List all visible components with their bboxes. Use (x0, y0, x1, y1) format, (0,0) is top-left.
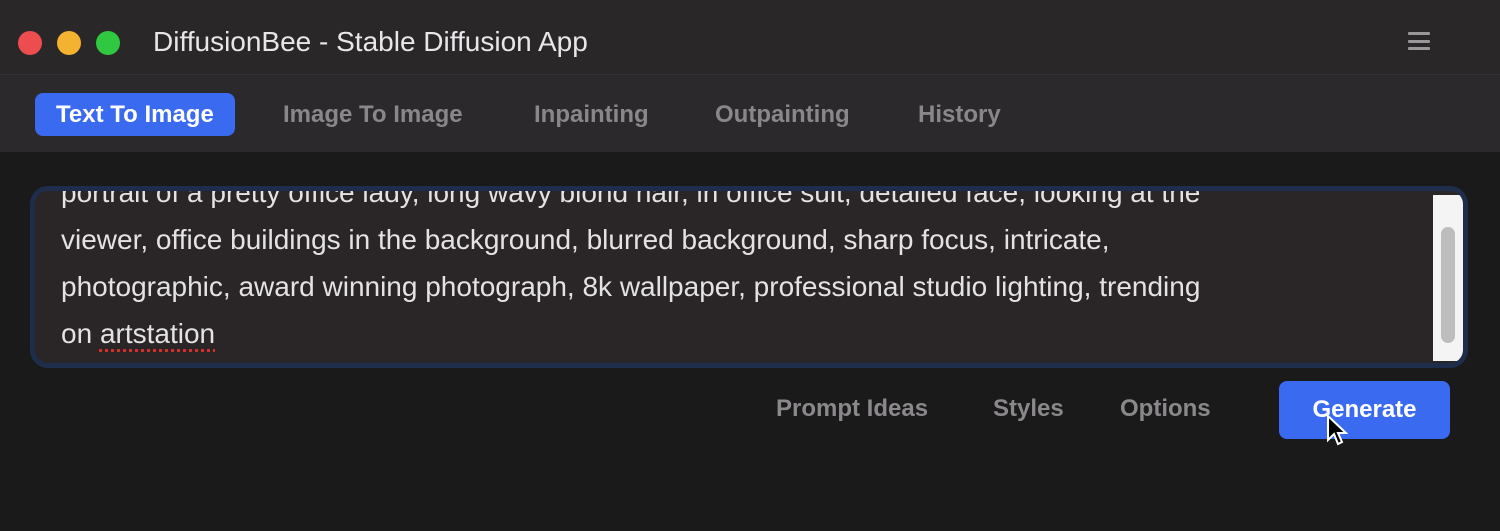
tab-text-to-image[interactable]: Text To Image (35, 93, 235, 136)
mouse-cursor-icon (1327, 414, 1348, 446)
prompt-line: viewer, office buildings in the backgrou… (61, 224, 1110, 255)
prompt-text[interactable]: portrait of a pretty office lady, long w… (61, 186, 1421, 357)
prompt-ideas-button[interactable]: Prompt Ideas (776, 395, 928, 423)
tab-outpainting[interactable]: Outpainting (694, 93, 871, 136)
window-title: DiffusionBee - Stable Diffusion App (153, 26, 588, 57)
styles-button[interactable]: Styles (993, 395, 1064, 423)
options-button[interactable]: Options (1120, 395, 1211, 423)
prompt-line: portrait of a pretty office lady, long w… (61, 186, 1201, 208)
prompt-line: photographic, award winning photograph, … (61, 271, 1201, 302)
misspelled-word: artstation (99, 318, 216, 349)
tab-inpainting[interactable]: Inpainting (513, 93, 670, 136)
scrollbar-thumb[interactable] (1441, 227, 1455, 343)
prompt-line-text: on (61, 318, 100, 349)
close-window-button[interactable] (18, 31, 42, 55)
prompt-input[interactable]: portrait of a pretty office lady, long w… (30, 186, 1468, 368)
prompt-line: on artstation (61, 310, 1421, 357)
title-bar: DiffusionBee - Stable Diffusion App (0, 0, 1500, 75)
prompt-scrollbar[interactable] (1433, 195, 1463, 361)
tab-image-to-image[interactable]: Image To Image (262, 93, 484, 136)
maximize-window-button[interactable] (96, 31, 120, 55)
minimize-window-button[interactable] (57, 31, 81, 55)
generate-button[interactable]: Generate (1279, 381, 1450, 439)
tab-history[interactable]: History (897, 93, 1022, 136)
tab-bar: Text To Image Image To Image Inpainting … (0, 75, 1500, 153)
hamburger-menu-icon[interactable] (1408, 30, 1430, 52)
